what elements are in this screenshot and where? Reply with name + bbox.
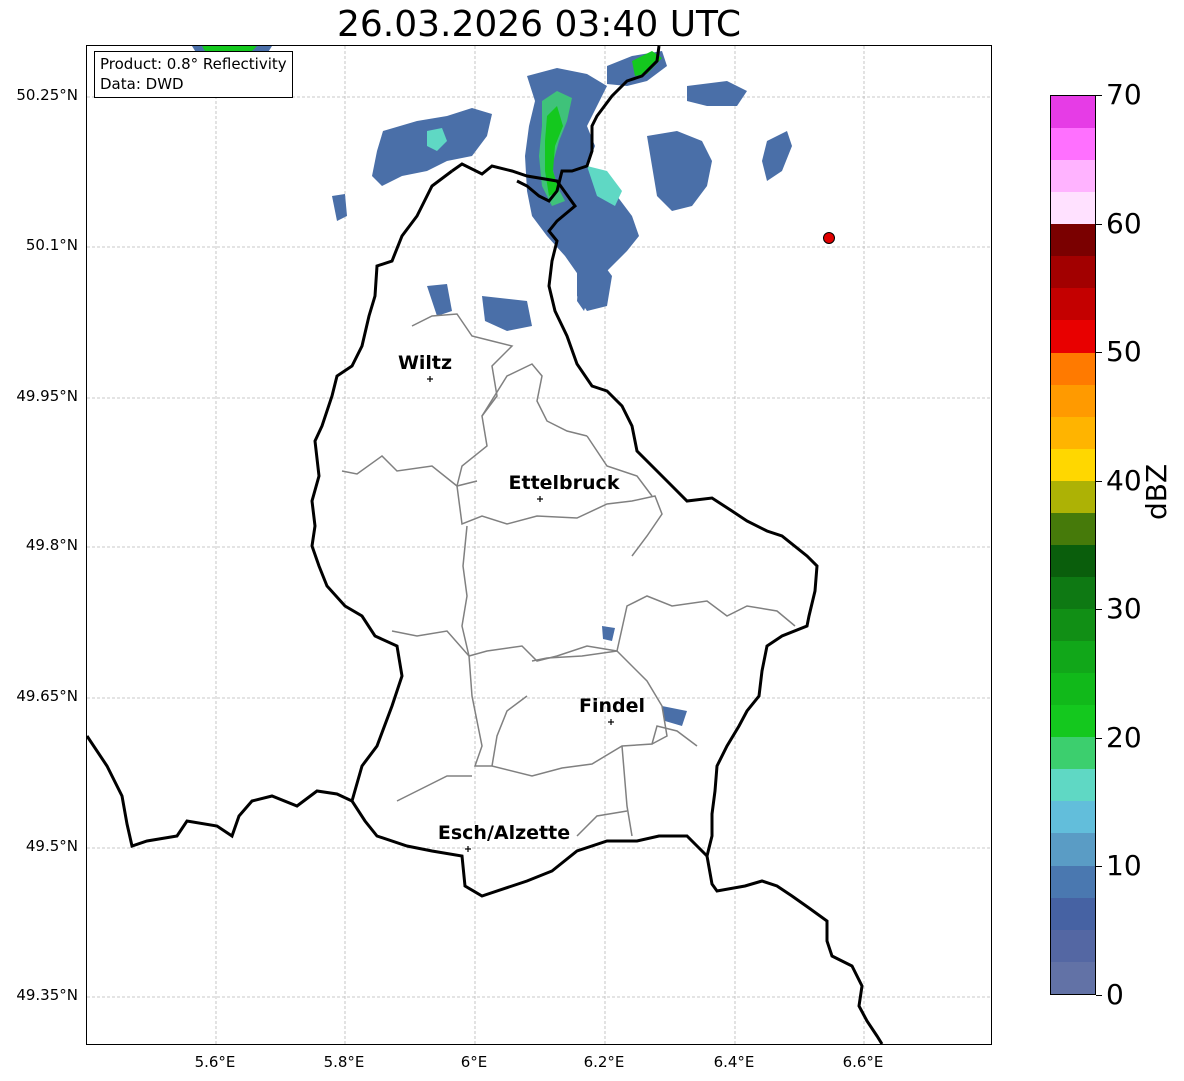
colorbar-segment: [1051, 705, 1095, 738]
echo-area: [602, 626, 615, 641]
colorbar-tick: [1096, 995, 1102, 996]
city-marker-wiltz: [427, 376, 433, 382]
colorbar-segment: [1051, 128, 1095, 161]
colorbar-segment: [1051, 673, 1095, 706]
colorbar-tick: [1096, 866, 1102, 868]
colorbar-segment: [1051, 961, 1095, 994]
colorbar-segment: [1051, 288, 1095, 321]
colorbar-tick-label: 10: [1106, 849, 1142, 883]
colorbar-tick-label: 20: [1106, 720, 1142, 754]
colorbar-tick-label: 70: [1106, 78, 1142, 111]
product-info-box: Product: 0.8° Reflectivity Data: DWD: [94, 51, 293, 98]
colorbar-segment: [1051, 512, 1095, 545]
city-label-esch: Esch/Alzette: [438, 822, 570, 844]
radar-map: Wiltz Ettelbruck Findel Esch/Alzette: [86, 45, 992, 1045]
colorbar-segment: [1051, 224, 1095, 257]
colorbar-tick: [1096, 609, 1102, 611]
echo-area: [332, 194, 347, 221]
colorbar-segment: [1051, 929, 1095, 962]
colorbar-title: dBZ: [1140, 463, 1173, 520]
echo-area: [762, 131, 792, 181]
colorbar-tick-label: 60: [1106, 206, 1142, 240]
map-title: 26.03.2026 03:40 UTC: [336, 4, 742, 45]
colorbar: [1050, 95, 1096, 995]
echo-area: [482, 296, 532, 331]
echo-area: [647, 131, 712, 211]
colorbar-segment: [1051, 641, 1095, 674]
colorbar-segment: [1051, 609, 1095, 642]
colorbar-tick: [1096, 223, 1102, 225]
lat-tick-label: 49.5°N: [25, 837, 78, 855]
lat-tick-label: 49.95°N: [16, 387, 78, 405]
lat-tick-label: 49.35°N: [16, 986, 78, 1004]
location-marker: [823, 232, 835, 244]
colorbar-segment: [1051, 320, 1095, 353]
colorbar-segment: [1051, 544, 1095, 577]
product-label: Product: 0.8° Reflectivity: [100, 55, 287, 73]
city-marker-ettelbruck: [537, 496, 543, 502]
colorbar-tick-label: 0: [1106, 978, 1124, 1011]
data-source-label: Data: DWD: [100, 75, 184, 93]
colorbar-segment: [1051, 480, 1095, 513]
colorbar-tick: [1096, 95, 1102, 96]
lon-tick-label: 6°E: [460, 1053, 488, 1071]
city-marker-esch: [465, 846, 471, 852]
echo-area: [427, 284, 452, 316]
lat-tick-label: 49.65°N: [16, 687, 78, 705]
colorbar-segment: [1051, 192, 1095, 225]
city-label-wiltz: Wiltz: [398, 352, 452, 374]
colorbar-tick: [1096, 737, 1102, 739]
lon-tick-label: 6.2°E: [583, 1053, 625, 1071]
map-canvas: Wiltz Ettelbruck Findel Esch/Alzette: [87, 46, 991, 1044]
colorbar-segment: [1051, 352, 1095, 385]
colorbar-tick-label: 40: [1106, 463, 1142, 497]
lon-tick-label: 5.8°E: [323, 1053, 365, 1071]
lat-tick-label: 50.1°N: [25, 236, 78, 254]
colorbar-segment: [1051, 897, 1095, 930]
radar-echoes: [192, 46, 792, 726]
colorbar-tick: [1096, 352, 1102, 354]
colorbar-segment: [1051, 865, 1095, 898]
echo-area: [662, 706, 687, 726]
colorbar-segment: [1051, 96, 1095, 129]
city-label-findel: Findel: [579, 695, 645, 717]
lon-tick-label: 6.4°E: [713, 1053, 755, 1071]
lon-tick-label: 6.6°E: [842, 1053, 884, 1071]
colorbar-tick-label: 30: [1106, 592, 1142, 626]
colorbar-segment: [1051, 737, 1095, 770]
echo-area: [687, 81, 747, 106]
city-label-ettelbruck: Ettelbruck: [509, 472, 620, 494]
city-markers: [427, 376, 614, 852]
colorbar-segment: [1051, 416, 1095, 449]
colorbar-segment: [1051, 160, 1095, 193]
colorbar-segment: [1051, 256, 1095, 289]
colorbar-tick-label: 50: [1106, 335, 1142, 369]
lat-tick-label: 49.8°N: [25, 536, 78, 554]
lat-tick-label: 50.25°N: [16, 86, 78, 104]
colorbar-segment: [1051, 448, 1095, 481]
colorbar-segment: [1051, 769, 1095, 802]
canton-borders: [341, 313, 796, 837]
lon-tick-label: 5.6°E: [194, 1053, 236, 1071]
country-borders: [87, 46, 884, 1044]
colorbar-segment: [1051, 801, 1095, 834]
colorbar-segment: [1051, 833, 1095, 866]
city-marker-findel: [608, 719, 614, 725]
colorbar-segment: [1051, 384, 1095, 417]
colorbar-segment: [1051, 576, 1095, 609]
colorbar-tick: [1096, 480, 1102, 482]
